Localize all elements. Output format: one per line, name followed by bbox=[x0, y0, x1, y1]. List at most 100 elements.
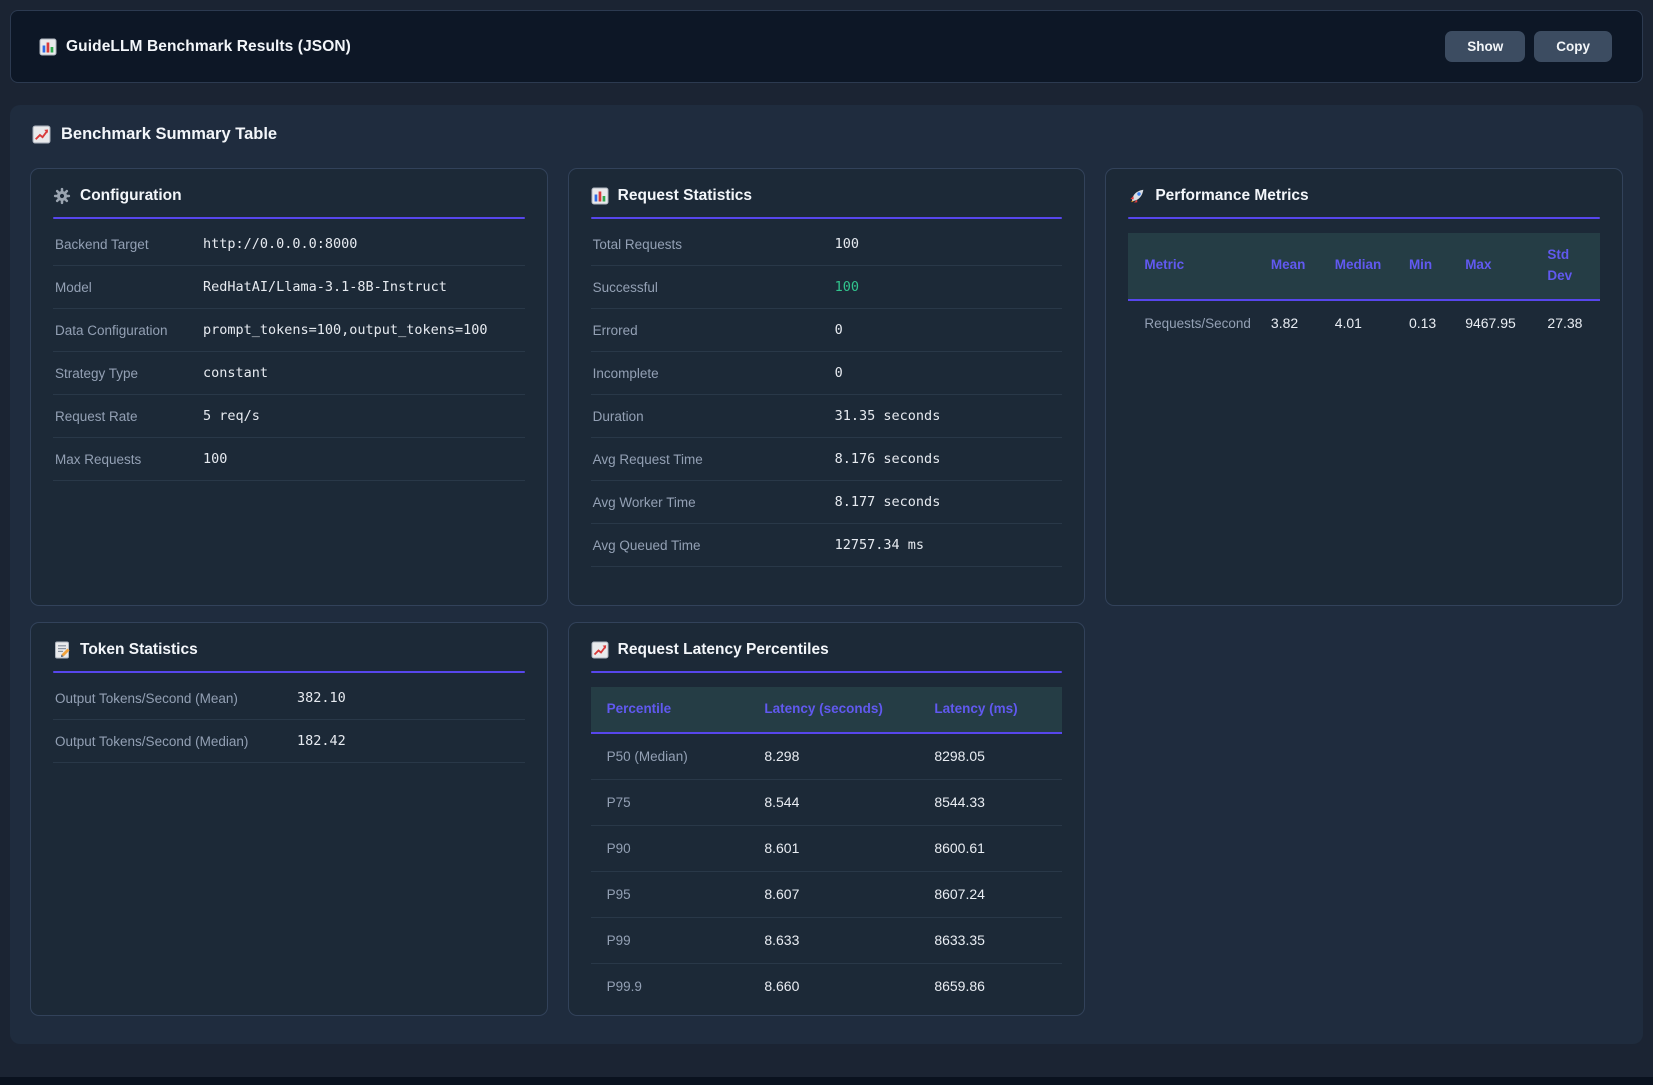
row-label: Output Tokens/Second (Mean) bbox=[55, 691, 297, 706]
footer-strip bbox=[0, 1077, 1653, 1085]
section-heading: Benchmark Summary Table bbox=[32, 125, 1623, 144]
token-row: Output Tokens/Second (Median) 182.42 bbox=[53, 720, 525, 763]
row-value: 0 bbox=[835, 365, 1061, 381]
row-label: Strategy Type bbox=[55, 366, 203, 381]
card-title: Token Statistics bbox=[80, 641, 198, 659]
cell-seconds: 8.298 bbox=[754, 733, 924, 780]
cell-ms: 8633.35 bbox=[924, 917, 1062, 963]
token-row: Output Tokens/Second (Mean) 382.10 bbox=[53, 677, 525, 720]
row-value: 182.42 bbox=[297, 733, 523, 749]
card-title: Performance Metrics bbox=[1155, 187, 1308, 205]
row-value: 0 bbox=[835, 322, 1061, 338]
row-label: Output Tokens/Second (Median) bbox=[55, 734, 297, 749]
row-value: http://0.0.0.0:8000 bbox=[203, 236, 523, 252]
bar-chart-icon bbox=[591, 187, 609, 205]
table-row: P95 8.607 8607.24 bbox=[591, 871, 1063, 917]
app-header: GuideLLM Benchmark Results (JSON) Show C… bbox=[10, 10, 1643, 83]
accent-rule bbox=[1128, 217, 1600, 219]
cell-metric: Requests/Second bbox=[1128, 300, 1261, 346]
config-row: Data Configuration prompt_tokens=100,out… bbox=[53, 309, 525, 352]
cell-ms: 8600.61 bbox=[924, 825, 1062, 871]
table-row: P90 8.601 8600.61 bbox=[591, 825, 1063, 871]
cell-percentile: P90 bbox=[591, 825, 755, 871]
row-label: Avg Request Time bbox=[593, 452, 835, 467]
row-label: Max Requests bbox=[55, 452, 203, 467]
section-title: Benchmark Summary Table bbox=[61, 125, 277, 144]
row-value-success: 100 bbox=[835, 279, 1061, 295]
cell-percentile: P75 bbox=[591, 779, 755, 825]
row-value: 100 bbox=[835, 236, 1061, 252]
latency-percentiles-table: Percentile Latency (seconds) Latency (ms… bbox=[591, 687, 1063, 1009]
show-button[interactable]: Show bbox=[1445, 31, 1525, 62]
config-row: Max Requests 100 bbox=[53, 438, 525, 481]
column-header: Min bbox=[1399, 233, 1455, 300]
row-label: Successful bbox=[593, 280, 835, 295]
stat-row: Successful 100 bbox=[591, 266, 1063, 309]
stat-row: Avg Queued Time 12757.34 ms bbox=[591, 524, 1063, 567]
stat-row: Avg Worker Time 8.177 seconds bbox=[591, 481, 1063, 524]
table-row: P99 8.633 8633.35 bbox=[591, 917, 1063, 963]
column-header: Median bbox=[1325, 233, 1399, 300]
row-label: Model bbox=[55, 280, 203, 295]
cell-seconds: 8.633 bbox=[754, 917, 924, 963]
cell-percentile: P99 bbox=[591, 917, 755, 963]
row-value: 12757.34 ms bbox=[835, 537, 1061, 553]
cell-ms: 8659.86 bbox=[924, 963, 1062, 1009]
row-value: 5 req/s bbox=[203, 408, 523, 424]
config-row: Request Rate 5 req/s bbox=[53, 395, 525, 438]
table-row: Requests/Second 3.82 4.01 0.13 9467.95 2… bbox=[1128, 300, 1600, 346]
stat-row: Incomplete 0 bbox=[591, 352, 1063, 395]
card-title: Request Latency Percentiles bbox=[618, 641, 829, 659]
accent-rule bbox=[591, 217, 1063, 219]
performance-metrics-table: Metric Mean Median Min Max Std Dev Reque… bbox=[1128, 233, 1600, 346]
row-label: Errored bbox=[593, 323, 835, 338]
accent-rule bbox=[53, 671, 525, 673]
row-value: 8.176 seconds bbox=[835, 451, 1061, 467]
cell-seconds: 8.601 bbox=[754, 825, 924, 871]
config-row: Strategy Type constant bbox=[53, 352, 525, 395]
config-row: Backend Target http://0.0.0.0:8000 bbox=[53, 223, 525, 266]
chart-increasing-icon bbox=[591, 641, 609, 659]
card-title: Configuration bbox=[80, 187, 182, 205]
gear-icon bbox=[53, 187, 71, 205]
row-value: 100 bbox=[203, 451, 523, 467]
table-row: P75 8.544 8544.33 bbox=[591, 779, 1063, 825]
copy-button[interactable]: Copy bbox=[1534, 31, 1612, 62]
card-request-statistics: Request Statistics Total Requests 100 Su… bbox=[568, 168, 1086, 606]
cell-min: 0.13 bbox=[1399, 300, 1455, 346]
column-header: Mean bbox=[1261, 233, 1325, 300]
cell-median: 4.01 bbox=[1325, 300, 1399, 346]
cell-mean: 3.82 bbox=[1261, 300, 1325, 346]
row-label: Total Requests bbox=[593, 237, 835, 252]
cell-ms: 8544.33 bbox=[924, 779, 1062, 825]
cell-ms: 8298.05 bbox=[924, 733, 1062, 780]
row-label: Backend Target bbox=[55, 237, 203, 252]
row-label: Avg Queued Time bbox=[593, 538, 835, 553]
cell-percentile: P95 bbox=[591, 871, 755, 917]
card-performance-metrics: Performance Metrics Metric Mean Median M… bbox=[1105, 168, 1623, 606]
accent-rule bbox=[591, 671, 1063, 673]
stat-row: Total Requests 100 bbox=[591, 223, 1063, 266]
cell-std: 27.38 bbox=[1537, 300, 1600, 346]
accent-rule bbox=[53, 217, 525, 219]
row-label: Request Rate bbox=[55, 409, 203, 424]
column-header: Max bbox=[1455, 233, 1537, 300]
column-header: Latency (seconds) bbox=[754, 687, 924, 733]
table-row: P99.9 8.660 8659.86 bbox=[591, 963, 1063, 1009]
cell-seconds: 8.544 bbox=[754, 779, 924, 825]
row-label: Avg Worker Time bbox=[593, 495, 835, 510]
cell-percentile: P50 (Median) bbox=[591, 733, 755, 780]
row-value: 8.177 seconds bbox=[835, 494, 1061, 510]
card-request-latency-percentiles: Request Latency Percentiles Percentile L… bbox=[568, 622, 1086, 1016]
memo-icon bbox=[53, 641, 71, 659]
cell-percentile: P99.9 bbox=[591, 963, 755, 1009]
bar-chart-icon bbox=[39, 38, 57, 56]
rocket-icon bbox=[1128, 187, 1146, 205]
row-value: RedHatAI/Llama-3.1-8B-Instruct bbox=[203, 279, 523, 295]
row-value: constant bbox=[203, 365, 523, 381]
row-label: Incomplete bbox=[593, 366, 835, 381]
table-row: P50 (Median) 8.298 8298.05 bbox=[591, 733, 1063, 780]
column-header: Percentile bbox=[591, 687, 755, 733]
config-row: Model RedHatAI/Llama-3.1-8B-Instruct bbox=[53, 266, 525, 309]
card-title: Request Statistics bbox=[618, 187, 752, 205]
